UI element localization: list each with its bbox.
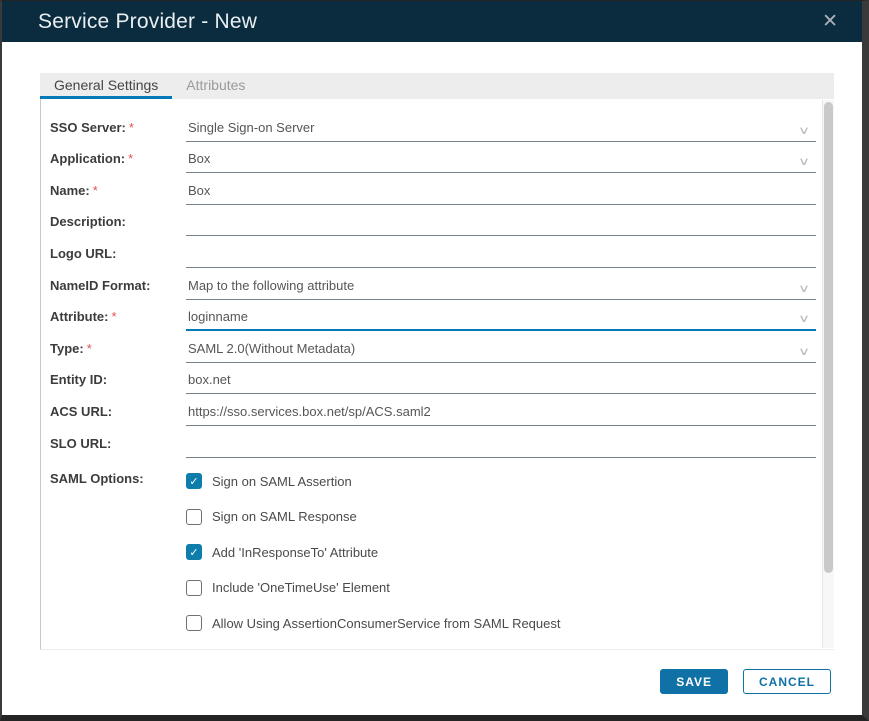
saml-options-list: ✓ Sign on SAML Assertion Sign on SAML Re… bbox=[186, 464, 834, 642]
service-provider-dialog: Service Provider - New ✕ General Setting… bbox=[0, 0, 869, 721]
scrollbar-thumb[interactable] bbox=[824, 102, 833, 574]
input-logo-url[interactable]: ∨ bbox=[186, 246, 816, 268]
field-label-description: Description: bbox=[50, 214, 126, 230]
input-description[interactable]: ∨ bbox=[186, 214, 816, 237]
checkbox-row-sign-on-saml-assertion[interactable]: ✓ Sign on SAML Assertion bbox=[186, 464, 834, 500]
select-type[interactable]: SAML 2.0(Without Metadata) ∨ bbox=[186, 341, 816, 363]
dialog-footer: SAVE CANCEL bbox=[660, 669, 831, 694]
checkbox-label: Sign on SAML Response bbox=[212, 509, 357, 525]
cancel-button[interactable]: CANCEL bbox=[743, 669, 831, 694]
field-row-entity-id: Entity ID:* box.net ∨ bbox=[50, 363, 834, 395]
unchecked-checkbox-include-onetimeuse-element[interactable] bbox=[186, 579, 202, 596]
field-row-name: Name:* Box ∨ bbox=[50, 173, 834, 205]
checkbox-label: Add 'InResponseTo' Attribute bbox=[212, 544, 379, 560]
general-settings-panel: SSO Server: * Single Sign-on Server ∨ App… bbox=[40, 99, 834, 650]
input-name[interactable]: Box ∨ bbox=[186, 183, 816, 205]
checkbox-row-add-inresponseto-attribute[interactable]: ✓ Add 'InResponseTo' Attribute bbox=[186, 535, 834, 571]
dialog-header: Service Provider - New ✕ bbox=[2, 1, 862, 42]
required-asterisk: * bbox=[128, 151, 134, 167]
unchecked-checkbox-allow-using-assertionconsumerservice-from-saml-request[interactable] bbox=[186, 615, 202, 632]
field-row-application: Application: * Box ∨ bbox=[50, 142, 834, 174]
required-asterisk: * bbox=[128, 119, 134, 135]
field-label-name: Name: bbox=[50, 182, 90, 198]
field-label-sso-server: SSO Server: bbox=[50, 119, 126, 135]
select-sso-server[interactable]: Single Sign-on Server ∨ bbox=[186, 120, 816, 142]
input-entity-id[interactable]: box.net ∨ bbox=[186, 372, 816, 395]
unchecked-checkbox-sign-on-saml-response[interactable] bbox=[186, 508, 202, 525]
field-label-nameid-format: NameID Format: bbox=[50, 277, 151, 293]
field-value-type: SAML 2.0(Without Metadata) bbox=[188, 340, 356, 356]
field-row-description: Description:* ∨ bbox=[50, 205, 834, 237]
checkbox-row-allow-using-assertionconsumerservice-from-saml-request[interactable]: Allow Using AssertionConsumerService fro… bbox=[186, 606, 834, 642]
field-label-logo-url: Logo URL: bbox=[50, 245, 117, 261]
close-icon[interactable]: ✕ bbox=[818, 10, 842, 33]
checkbox-label: Include 'OneTimeUse' Element bbox=[212, 580, 390, 596]
field-value-sso-server: Single Sign-on Server bbox=[188, 119, 315, 135]
checked-checkbox-sign-on-saml-assertion[interactable]: ✓ bbox=[186, 473, 202, 490]
input-slo-url[interactable]: ∨ bbox=[186, 436, 816, 458]
saml-options-section: SAML Options: ✓ Sign on SAML Assertion S… bbox=[50, 464, 834, 642]
field-label-type: Type: bbox=[50, 340, 84, 356]
save-button[interactable]: SAVE bbox=[660, 669, 728, 694]
field-label-acs-url: ACS URL: bbox=[50, 403, 113, 419]
checkbox-label: Sign on SAML Assertion bbox=[212, 473, 352, 489]
field-row-sso-server: SSO Server: * Single Sign-on Server ∨ bbox=[50, 110, 834, 142]
checkbox-row-sign-on-saml-response[interactable]: Sign on SAML Response bbox=[186, 499, 834, 535]
field-label-attribute: Attribute: bbox=[50, 309, 109, 325]
chevron-down-icon[interactable]: ∨ bbox=[798, 282, 810, 295]
field-row-type: Type: * SAML 2.0(Without Metadata) ∨ bbox=[50, 331, 834, 363]
field-label-entity-id: Entity ID: bbox=[50, 372, 108, 388]
checked-checkbox-add-inresponseto-attribute[interactable]: ✓ bbox=[186, 544, 202, 561]
field-row-logo-url: Logo URL:* ∨ bbox=[50, 236, 834, 268]
required-asterisk: * bbox=[92, 182, 98, 198]
vertical-scrollbar[interactable] bbox=[822, 100, 834, 648]
chevron-down-icon[interactable]: ∨ bbox=[798, 345, 810, 358]
form-fields: SSO Server: * Single Sign-on Server ∨ App… bbox=[50, 110, 834, 458]
field-value-nameid-format: Map to the following attribute bbox=[188, 277, 355, 293]
select-application[interactable]: Box ∨ bbox=[186, 151, 816, 174]
tab-general-settings[interactable]: General Settings bbox=[40, 73, 173, 99]
required-asterisk: * bbox=[86, 340, 92, 356]
field-value-entity-id: box.net bbox=[188, 372, 231, 388]
select-nameid-format[interactable]: Map to the following attribute ∨ bbox=[186, 278, 816, 300]
field-value-application: Box bbox=[188, 151, 211, 167]
chevron-down-icon[interactable]: ∨ bbox=[798, 124, 810, 137]
checkbox-label: Allow Using AssertionConsumerService fro… bbox=[212, 615, 561, 631]
field-label-application: Application: bbox=[50, 151, 126, 167]
dialog-title: Service Provider - New bbox=[38, 9, 258, 33]
saml-options-label: SAML Options: bbox=[50, 470, 144, 486]
field-row-slo-url: SLO URL:* ∨ bbox=[50, 426, 834, 458]
select-attribute[interactable]: loginname ∨ bbox=[186, 309, 816, 332]
field-row-nameid-format: NameID Format:* Map to the following att… bbox=[50, 268, 834, 300]
tab-attributes[interactable]: Attributes bbox=[172, 73, 259, 99]
field-value-attribute: loginname bbox=[188, 309, 248, 325]
chevron-down-icon[interactable]: ∨ bbox=[798, 312, 810, 325]
input-acs-url[interactable]: https://sso.services.box.net/sp/ACS.saml… bbox=[186, 404, 816, 426]
checkbox-row-include-onetimeuse-element[interactable]: Include 'OneTimeUse' Element bbox=[186, 570, 834, 606]
tab-bar: General Settings Attributes bbox=[40, 73, 834, 99]
chevron-down-icon[interactable]: ∨ bbox=[798, 155, 810, 168]
field-label-slo-url: SLO URL: bbox=[50, 435, 112, 451]
field-row-attribute: Attribute: * loginname ∨ bbox=[50, 300, 834, 332]
field-row-acs-url: ACS URL:* https://sso.services.box.net/s… bbox=[50, 394, 834, 426]
field-value-name: Box bbox=[188, 182, 211, 198]
field-value-acs-url: https://sso.services.box.net/sp/ACS.saml… bbox=[188, 403, 431, 419]
required-asterisk: * bbox=[111, 309, 117, 325]
